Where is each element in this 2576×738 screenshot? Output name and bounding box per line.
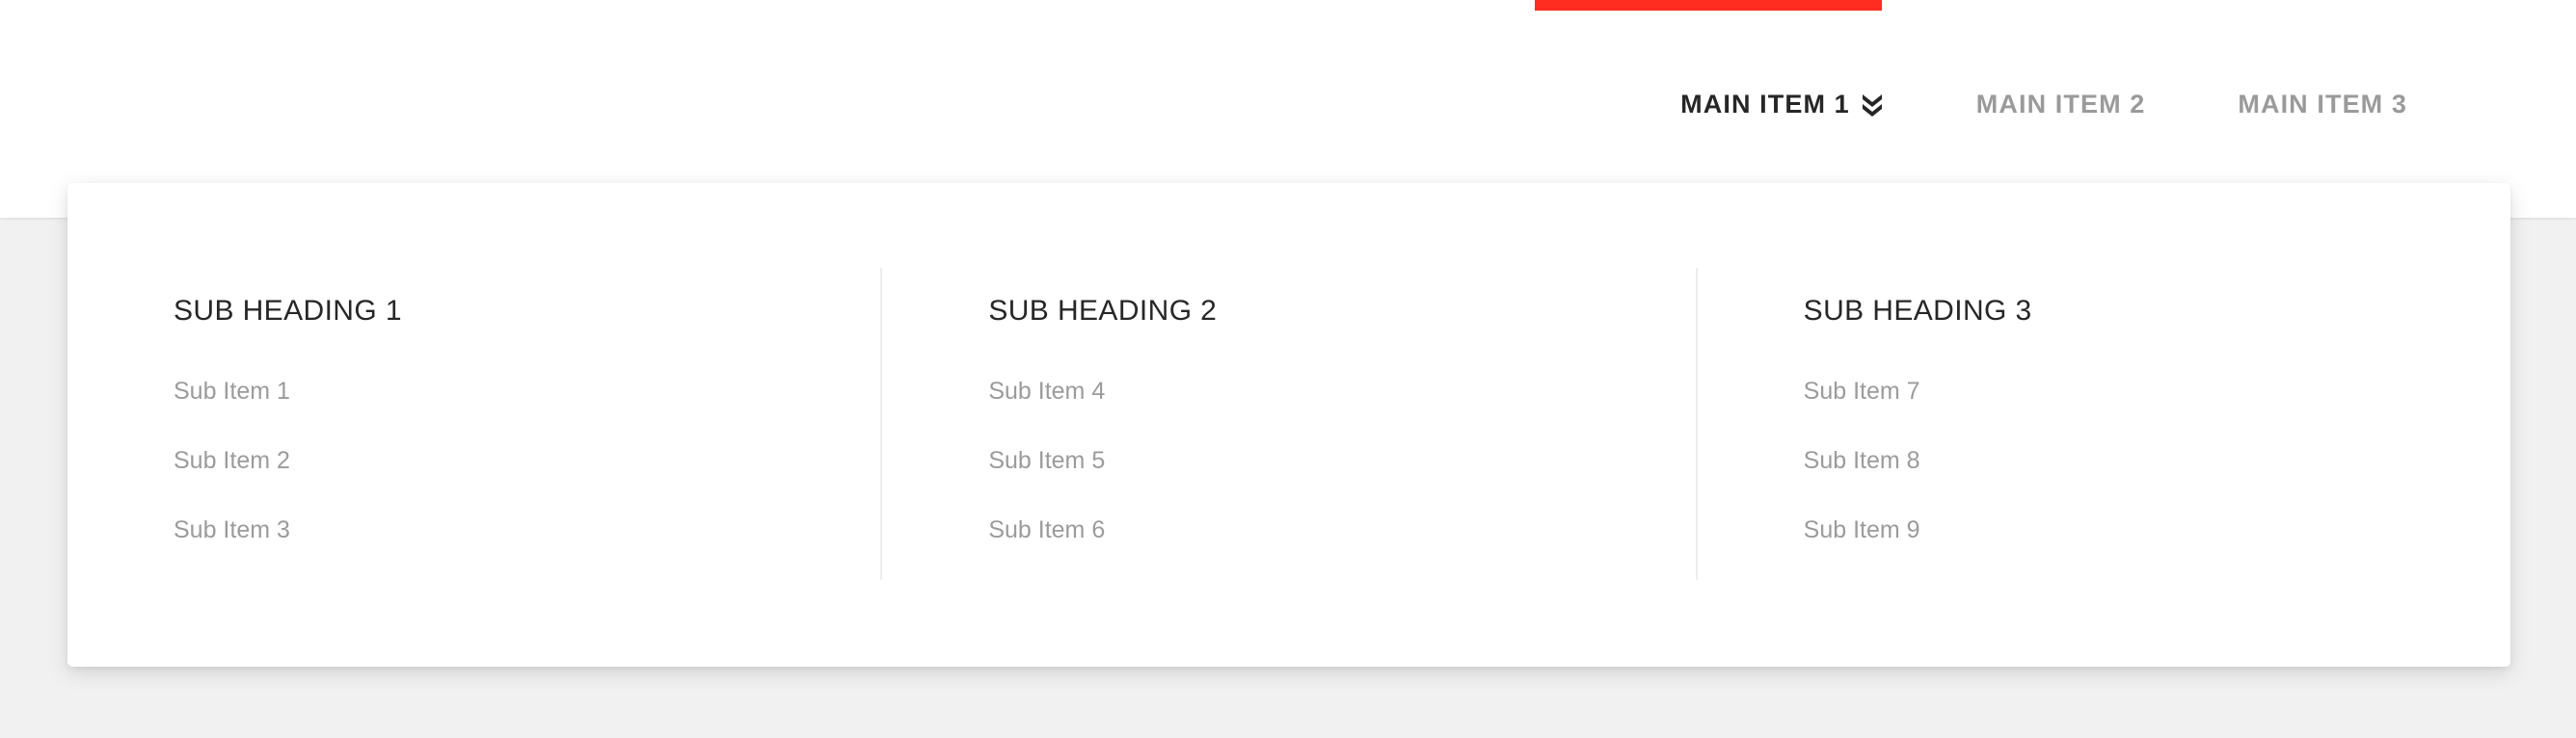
nav-item-main-item-3[interactable]: MAIN ITEM 3 [2238,89,2407,119]
sub-item-link[interactable]: Sub Item 7 [1804,380,1920,404]
page-root: MAIN ITEM 1 MAIN ITEM 2 MAIN ITEM 3 SUB … [0,0,2576,738]
nav-item-main-item-2[interactable]: MAIN ITEM 2 [1975,89,2146,119]
sub-item-link[interactable]: Sub Item 4 [988,380,1105,404]
mega-dropdown-panel: SUB HEADING 1 Sub Item 1 Sub Item 2 Sub … [67,183,2510,667]
sub-item-link[interactable]: Sub Item 8 [1804,449,1920,473]
dropdown-column-2: SUB HEADING 2 Sub Item 4 Sub Item 5 Sub … [880,268,1695,580]
sub-item-link[interactable]: Sub Item 6 [988,518,1105,542]
sub-heading: SUB HEADING 1 [174,295,402,327]
dropdown-columns: SUB HEADING 1 Sub Item 1 Sub Item 2 Sub … [67,268,2510,580]
sub-item-link[interactable]: Sub Item 3 [174,518,290,542]
nav-item-label: MAIN ITEM 1 [1680,89,1850,119]
nav-item-label: MAIN ITEM 2 [1975,89,2146,119]
sub-item-list: Sub Item 7 Sub Item 8 Sub Item 9 [1804,380,2510,542]
dropdown-column-1: SUB HEADING 1 Sub Item 1 Sub Item 2 Sub … [67,268,880,580]
sub-item-link[interactable]: Sub Item 1 [174,380,290,404]
sub-item-link[interactable]: Sub Item 9 [1804,518,1920,542]
sub-item-link[interactable]: Sub Item 5 [988,449,1105,473]
sub-heading: SUB HEADING 2 [988,295,1218,327]
sub-item-list: Sub Item 4 Sub Item 5 Sub Item 6 [988,380,1695,542]
dropdown-column-3: SUB HEADING 3 Sub Item 7 Sub Item 8 Sub … [1695,268,2510,580]
sub-item-link[interactable]: Sub Item 2 [174,449,290,473]
nav-item-main-item-1[interactable]: MAIN ITEM 1 [1680,89,1884,119]
nav-item-label: MAIN ITEM 3 [2238,89,2407,119]
sub-item-list: Sub Item 1 Sub Item 2 Sub Item 3 [174,380,880,542]
primary-navigation: MAIN ITEM 1 MAIN ITEM 2 MAIN ITEM 3 [0,77,2576,131]
sub-heading: SUB HEADING 3 [1803,295,2032,327]
accent-bar [1535,0,1882,11]
double-chevron-down-icon [1861,92,1884,117]
